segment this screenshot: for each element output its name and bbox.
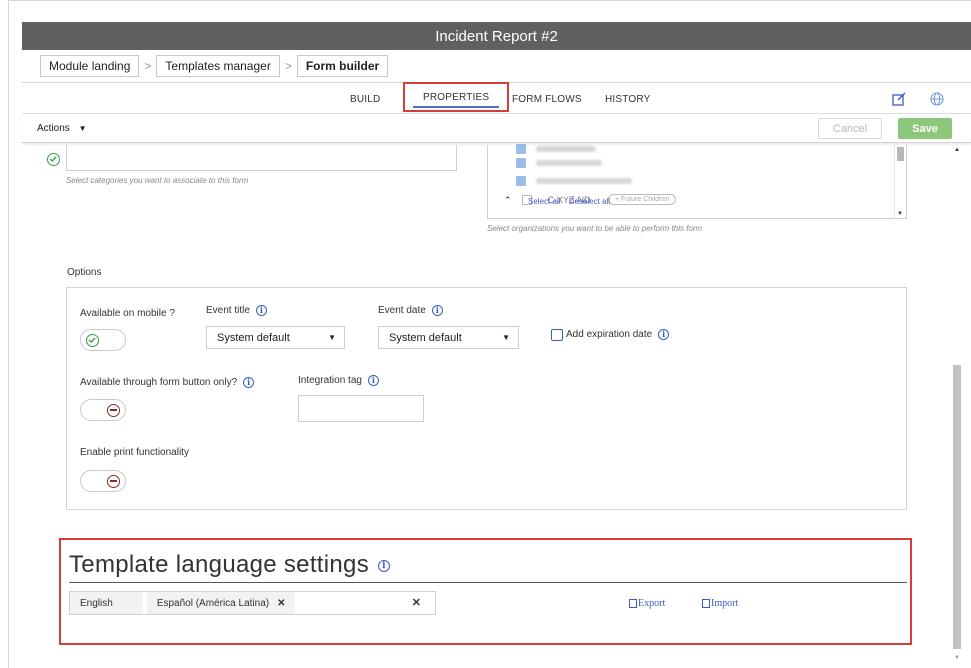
language-chip[interactable]: Español (América Latina) ✕ bbox=[146, 592, 296, 614]
tab-history[interactable]: HISTORY bbox=[605, 84, 651, 114]
window-title: Incident Report #2 bbox=[22, 22, 971, 50]
tab-bar: BUILD PROPERTIES FORM FLOWS HISTORY bbox=[22, 82, 971, 114]
chevron-right-icon: > bbox=[144, 59, 152, 73]
tab-build[interactable]: BUILD bbox=[350, 84, 380, 114]
breadcrumb-templates-manager[interactable]: Templates manager bbox=[156, 55, 280, 77]
language-settings-title: Template language settings i bbox=[69, 551, 390, 579]
chevron-up-icon[interactable]: ⌃ bbox=[504, 195, 512, 206]
expiration-checkbox[interactable] bbox=[551, 329, 563, 341]
caret-down-icon: ▼ bbox=[78, 124, 87, 133]
scroll-up-icon[interactable]: ▲ bbox=[954, 147, 960, 153]
integration-tag-label: Integration tag i bbox=[298, 375, 379, 386]
breadcrumb: Module landing > Templates manager > For… bbox=[22, 50, 971, 83]
scroll-down-icon[interactable]: ▼ bbox=[897, 211, 903, 217]
organizations-tree[interactable]: ⌃ C-XYZ-ND + Future Children Select all … bbox=[487, 143, 907, 219]
list-item[interactable] bbox=[516, 143, 596, 155]
edit-icon[interactable] bbox=[892, 92, 906, 106]
organizations-helper: Select organizations you want to be able… bbox=[487, 224, 703, 233]
event-title-select[interactable]: System default ▼ bbox=[206, 326, 345, 349]
check-circle-icon bbox=[47, 153, 60, 166]
info-icon[interactable]: i bbox=[367, 375, 379, 386]
breadcrumb-module-landing[interactable]: Module landing bbox=[40, 55, 140, 77]
event-date-select[interactable]: System default ▼ bbox=[378, 326, 519, 349]
categories-helper: Select categories you want to associate … bbox=[66, 176, 249, 185]
minus-circle-icon bbox=[107, 475, 120, 488]
form-button-only-label: Available through form button only? i bbox=[80, 377, 255, 388]
mobile-toggle[interactable] bbox=[80, 329, 126, 351]
language-selector[interactable]: English Español (América Latina) ✕ ✕ bbox=[69, 591, 436, 615]
scrollbar[interactable]: ▼ bbox=[894, 145, 906, 219]
scrollbar-thumb[interactable] bbox=[897, 147, 904, 161]
select-links: Select all Deselect all bbox=[528, 197, 616, 206]
options-panel: Available on mobile ? Event title i Syste… bbox=[66, 287, 907, 510]
scrollbar-thumb[interactable] bbox=[953, 365, 961, 649]
actions-bar: Actions ▼ Cancel Save bbox=[22, 115, 971, 143]
event-date-label: Event date i bbox=[378, 305, 443, 316]
save-button[interactable]: Save bbox=[898, 118, 952, 139]
default-language-chip: English bbox=[70, 592, 143, 614]
chevron-right-icon: > bbox=[284, 59, 292, 73]
event-title-label: Event title i bbox=[206, 305, 267, 316]
language-settings-section: Template language settings i English Espa… bbox=[59, 538, 912, 645]
caret-down-icon: ▼ bbox=[502, 333, 510, 342]
minus-circle-icon bbox=[107, 404, 120, 417]
import-icon bbox=[702, 599, 710, 608]
cancel-button[interactable]: Cancel bbox=[818, 118, 882, 139]
breadcrumb-form-builder[interactable]: Form builder bbox=[296, 55, 389, 77]
import-link[interactable]: Import bbox=[702, 598, 738, 609]
remove-icon[interactable]: ✕ bbox=[277, 598, 285, 609]
list-item[interactable] bbox=[516, 157, 602, 169]
globe-icon[interactable] bbox=[930, 92, 944, 106]
print-toggle[interactable] bbox=[80, 470, 126, 492]
main-scrollbar[interactable]: ▲ ▼ bbox=[951, 143, 963, 661]
expiration-label: Add expiration date i bbox=[566, 329, 670, 340]
print-label: Enable print functionality bbox=[80, 447, 189, 458]
scroll-down-icon[interactable]: ▼ bbox=[954, 655, 960, 661]
options-heading: Options bbox=[67, 267, 102, 278]
info-icon[interactable]: i bbox=[431, 305, 443, 316]
divider bbox=[69, 582, 907, 583]
actions-menu[interactable]: Actions ▼ bbox=[37, 123, 87, 134]
mobile-label: Available on mobile ? bbox=[80, 308, 175, 319]
categories-input[interactable] bbox=[66, 145, 457, 171]
tab-form-flows[interactable]: FORM FLOWS bbox=[512, 84, 582, 114]
info-icon[interactable]: i bbox=[658, 329, 670, 340]
info-icon[interactable]: i bbox=[255, 305, 267, 316]
future-children-badge[interactable]: + Future Children bbox=[608, 194, 677, 205]
select-all-link[interactable]: Select all bbox=[528, 197, 560, 206]
tab-properties[interactable]: PROPERTIES bbox=[403, 82, 510, 112]
caret-down-icon: ▼ bbox=[328, 333, 336, 342]
list-item[interactable] bbox=[516, 175, 632, 187]
clear-icon[interactable]: ✕ bbox=[412, 596, 421, 609]
form-button-only-toggle[interactable] bbox=[80, 399, 126, 421]
export-link[interactable]: Export bbox=[629, 598, 665, 609]
info-icon[interactable]: i bbox=[378, 559, 390, 572]
deselect-all-link[interactable]: Deselect all bbox=[569, 197, 610, 206]
info-icon[interactable]: i bbox=[243, 377, 255, 388]
check-circle-icon bbox=[86, 334, 99, 347]
export-icon bbox=[629, 599, 637, 608]
actions-label: Actions bbox=[37, 123, 70, 134]
integration-tag-input[interactable] bbox=[298, 395, 424, 422]
